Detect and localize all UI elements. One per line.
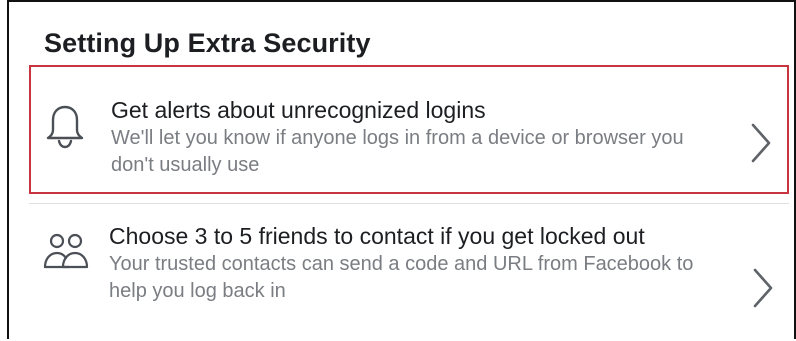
item-title: Choose 3 to 5 friends to contact if you … — [109, 223, 645, 249]
item-text: Choose 3 to 5 friends to contact if you … — [109, 221, 729, 305]
item-title: Get alerts about unrecognized logins — [111, 97, 486, 123]
section-title: Setting Up Extra Security — [44, 28, 371, 58]
friends-icon — [43, 233, 89, 278]
chevron-right-icon — [749, 122, 773, 169]
chevron-right-icon — [751, 267, 775, 314]
bell-icon — [45, 103, 85, 154]
alerts-unrecognized-logins-item[interactable]: Get alerts about unrecognized logins We'… — [29, 65, 789, 194]
item-text: Get alerts about unrecognized logins We'… — [111, 95, 731, 179]
divider — [29, 203, 789, 204]
item-description: We'll let you know if anyone logs in fro… — [111, 127, 684, 176]
screenshot-frame: Setting Up Extra Security Get alerts abo… — [7, 0, 796, 339]
item-description: Your trusted contacts can send a code an… — [109, 253, 694, 302]
trusted-contacts-item[interactable]: Choose 3 to 5 friends to contact if you … — [29, 205, 789, 341]
